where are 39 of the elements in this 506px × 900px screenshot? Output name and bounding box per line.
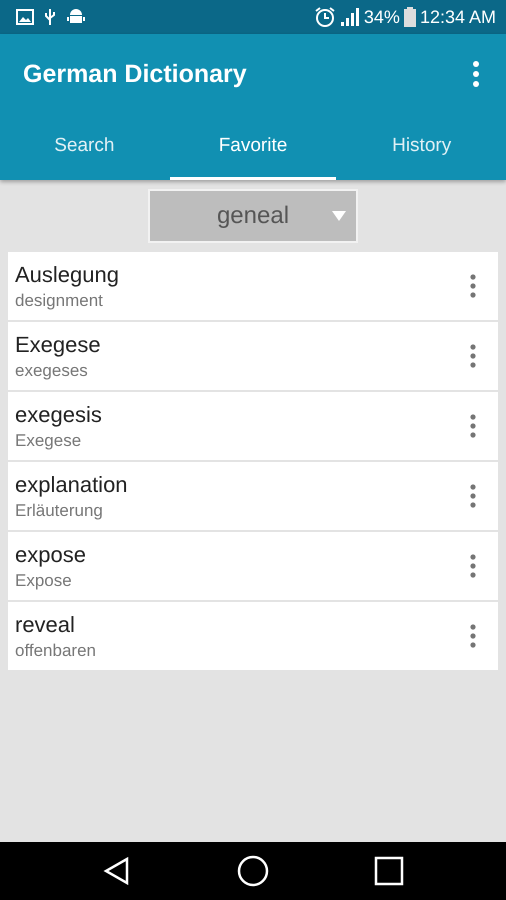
android-icon — [66, 8, 86, 26]
overflow-menu-icon[interactable] — [472, 61, 480, 87]
dropdown-caret-icon — [332, 211, 346, 221]
more-options-icon[interactable] — [470, 484, 476, 508]
word: expose — [15, 542, 86, 568]
dropdown[interactable]: geneal — [148, 189, 358, 243]
clock: 12:34 AM — [420, 6, 496, 28]
alarm-icon — [314, 6, 336, 28]
tab[interactable]: Favorite — [170, 114, 336, 180]
word: reveal — [15, 612, 76, 638]
word-list-item[interactable]: Auslegung designment — [8, 252, 498, 320]
more-options-icon[interactable] — [470, 554, 476, 578]
recents-icon[interactable] — [374, 856, 404, 886]
translation: designment — [15, 290, 104, 310]
more-options-icon[interactable] — [470, 344, 476, 368]
image-icon — [16, 9, 34, 25]
translation: offenbaren — [15, 640, 96, 660]
more-options-icon[interactable] — [470, 274, 476, 298]
word-list-item[interactable]: expose Expose — [8, 532, 498, 600]
more-options-icon[interactable] — [470, 624, 476, 648]
battery-icon — [404, 7, 416, 27]
signal-icon — [340, 8, 360, 26]
usb-icon — [44, 8, 56, 26]
word: exegesis — [15, 402, 102, 428]
translation: Erläuterung — [15, 500, 104, 520]
word-list-item[interactable]: exegesis Exegese — [8, 392, 498, 460]
translation: exegeses — [15, 360, 89, 380]
translation: Exegese — [15, 430, 82, 450]
word: explanation — [15, 472, 128, 498]
word-list-item[interactable]: Exegese exegeses — [8, 322, 498, 390]
more-options-icon[interactable] — [470, 414, 476, 438]
word-list-item[interactable]: explanation Erläuterung — [8, 462, 498, 530]
home-icon[interactable] — [236, 855, 269, 887]
app-title: German Dictionary — [23, 60, 247, 88]
word: Exegese — [15, 332, 101, 358]
word: Auslegung — [15, 262, 119, 288]
word-list-item[interactable]: reveal offenbaren — [8, 602, 498, 670]
battery-percent: 34% — [364, 6, 400, 28]
translation: Expose — [15, 570, 73, 590]
